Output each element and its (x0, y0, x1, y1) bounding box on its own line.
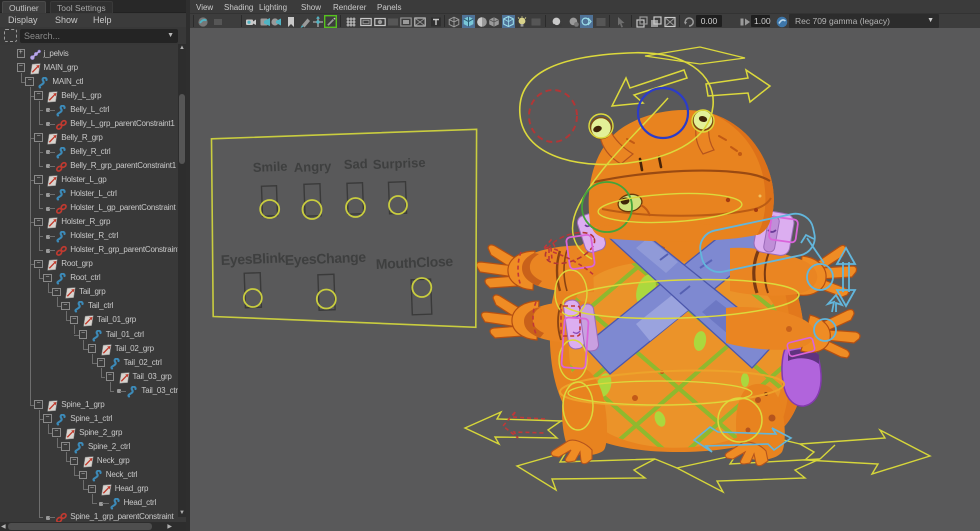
svg-text:EyesChange: EyesChange (284, 249, 366, 268)
svg-text:Smile: Smile (253, 159, 288, 175)
svg-text:MouthClose: MouthClose (375, 253, 453, 272)
svg-text:Surprise: Surprise (373, 155, 426, 172)
svg-text:Angry: Angry (294, 158, 333, 175)
svg-text:EyesBlink: EyesBlink (220, 249, 285, 268)
svg-text:Sad: Sad (344, 156, 368, 172)
